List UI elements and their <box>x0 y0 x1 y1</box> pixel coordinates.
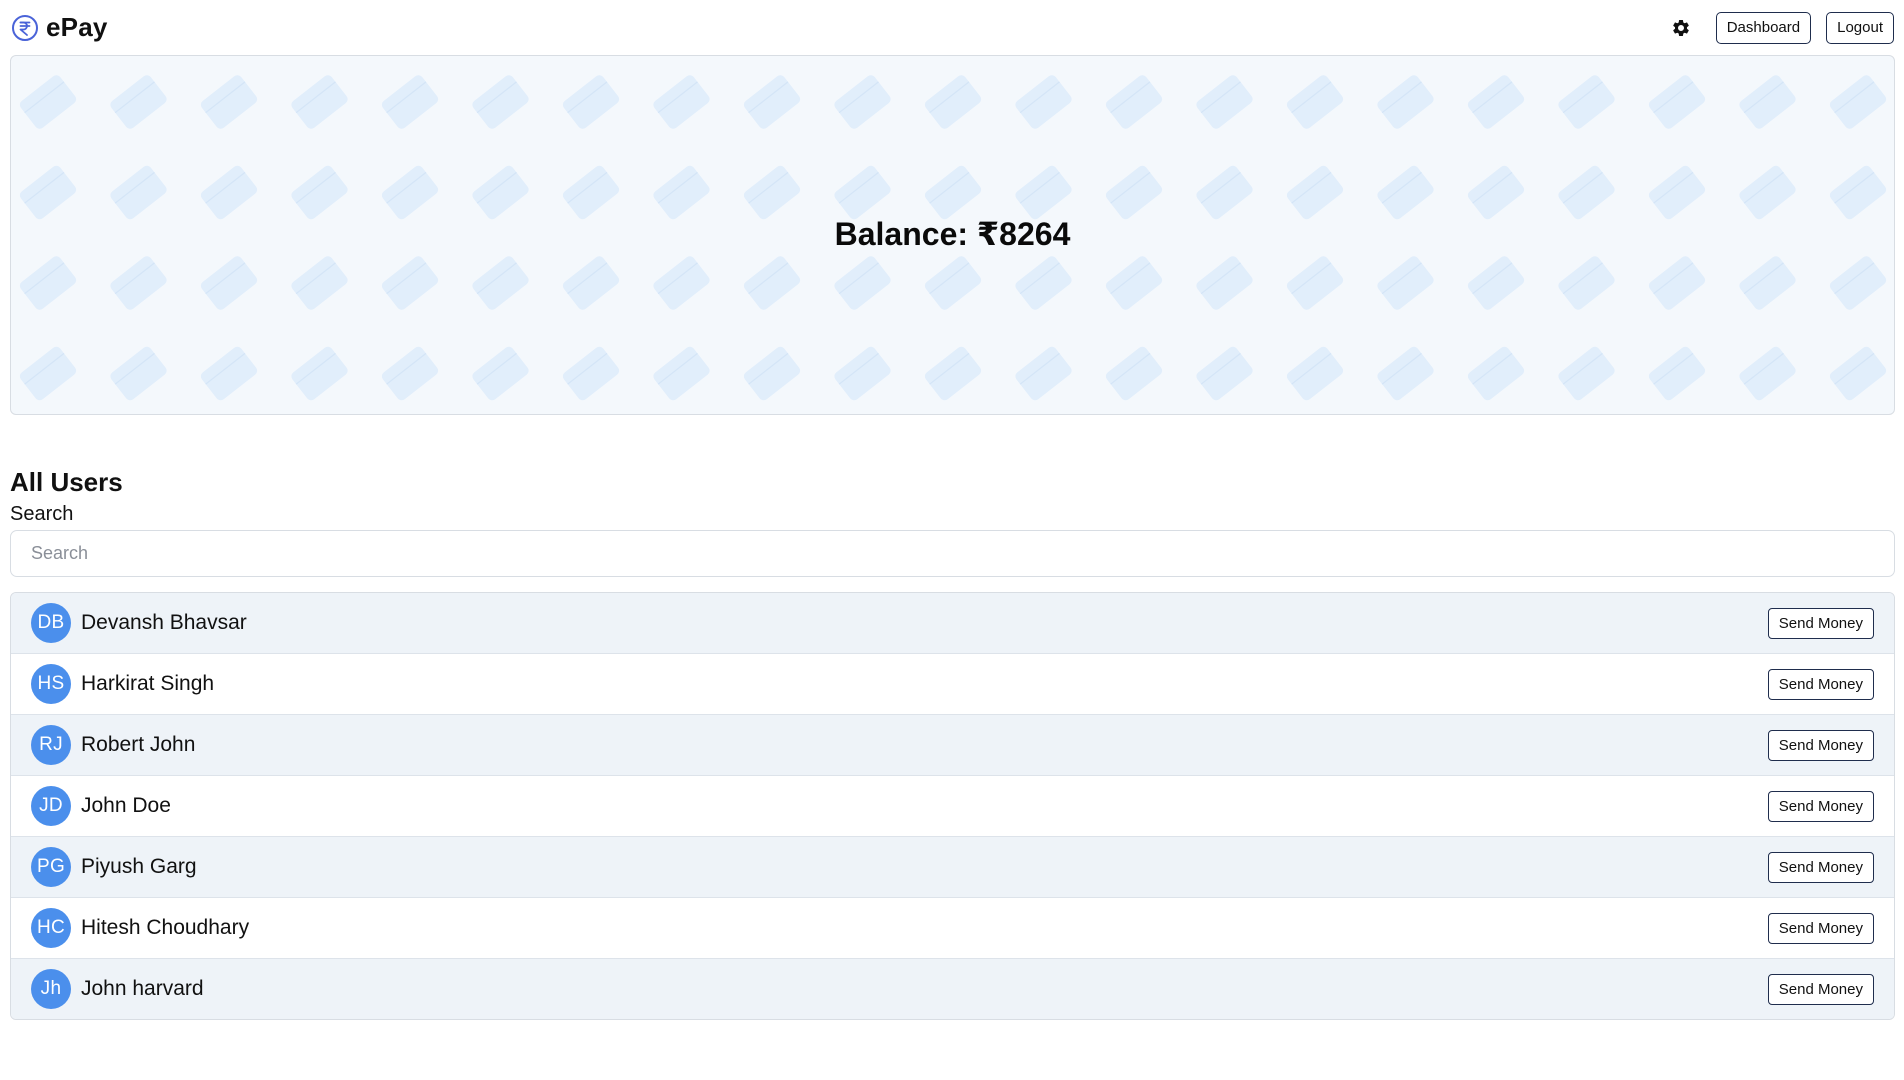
avatar: HS <box>31 664 71 704</box>
user-row: HS Harkirat Singh Send Money <box>11 654 1894 715</box>
user-info: PG Piyush Garg <box>31 847 197 887</box>
user-info: JD John Doe <box>31 786 171 826</box>
avatar: RJ <box>31 725 71 765</box>
send-money-button[interactable]: Send Money <box>1767 912 1874 944</box>
user-row: JD John Doe Send Money <box>11 776 1894 837</box>
send-money-button[interactable]: Send Money <box>1767 973 1874 1005</box>
balance-amount: Balance: ₹8264 <box>834 216 1071 252</box>
dashboard-button[interactable]: Dashboard <box>1715 11 1812 44</box>
avatar: Jh <box>31 969 71 1009</box>
brand-name: ePay <box>46 12 108 42</box>
users-section-title: All Users <box>10 467 123 497</box>
send-money-button[interactable]: Send Money <box>1767 790 1874 822</box>
header-actions: Dashboard Logout <box>1669 11 1894 44</box>
user-name: Piyush Garg <box>81 855 197 878</box>
user-list: DB Devansh Bhavsar Send Money HS Harkirat Si… <box>10 592 1895 1020</box>
user-info: RJ Robert John <box>31 725 195 765</box>
user-row: HC Hitesh Choudhary Send Money <box>11 898 1894 959</box>
avatar: DB <box>31 603 71 643</box>
avatar: PG <box>31 847 71 887</box>
user-row: RJ Robert John Send Money <box>11 715 1894 776</box>
balance-banner: Balance: ₹8264 <box>10 55 1895 415</box>
gear-icon <box>1672 19 1689 36</box>
user-info: HC Hitesh Choudhary <box>31 908 249 948</box>
user-row: DB Devansh Bhavsar Send Money <box>11 593 1894 654</box>
user-name: Devansh Bhavsar <box>81 611 247 634</box>
send-money-button[interactable]: Send Money <box>1767 729 1874 761</box>
send-money-button[interactable]: Send Money <box>1767 851 1874 883</box>
logout-button[interactable]: Logout <box>1826 11 1894 44</box>
user-name: John harvard <box>81 977 204 1000</box>
top-navbar: ePay Dashboard Logout <box>0 0 1904 55</box>
user-info: HS Harkirat Singh <box>31 664 214 704</box>
user-name: Harkirat Singh <box>81 672 215 695</box>
user-name: John Doe <box>81 794 171 817</box>
avatar: JD <box>31 786 71 826</box>
user-name: Hitesh Choudhary <box>81 916 250 939</box>
brand[interactable]: ePay <box>11 12 108 43</box>
rupee-circle-icon <box>12 14 38 41</box>
search-label: Search <box>10 503 74 525</box>
user-row: Jh John harvard Send Money <box>11 959 1894 1019</box>
user-info: Jh John harvard <box>31 969 204 1009</box>
settings-button[interactable] <box>1669 16 1693 40</box>
avatar: HC <box>31 908 71 948</box>
user-row: PG Piyush Garg Send Money <box>11 837 1894 898</box>
send-money-button[interactable]: Send Money <box>1767 607 1874 639</box>
search-input[interactable] <box>10 530 1895 577</box>
user-info: DB Devansh Bhavsar <box>31 603 247 643</box>
user-name: Robert John <box>81 733 196 756</box>
send-money-button[interactable]: Send Money <box>1767 668 1874 700</box>
